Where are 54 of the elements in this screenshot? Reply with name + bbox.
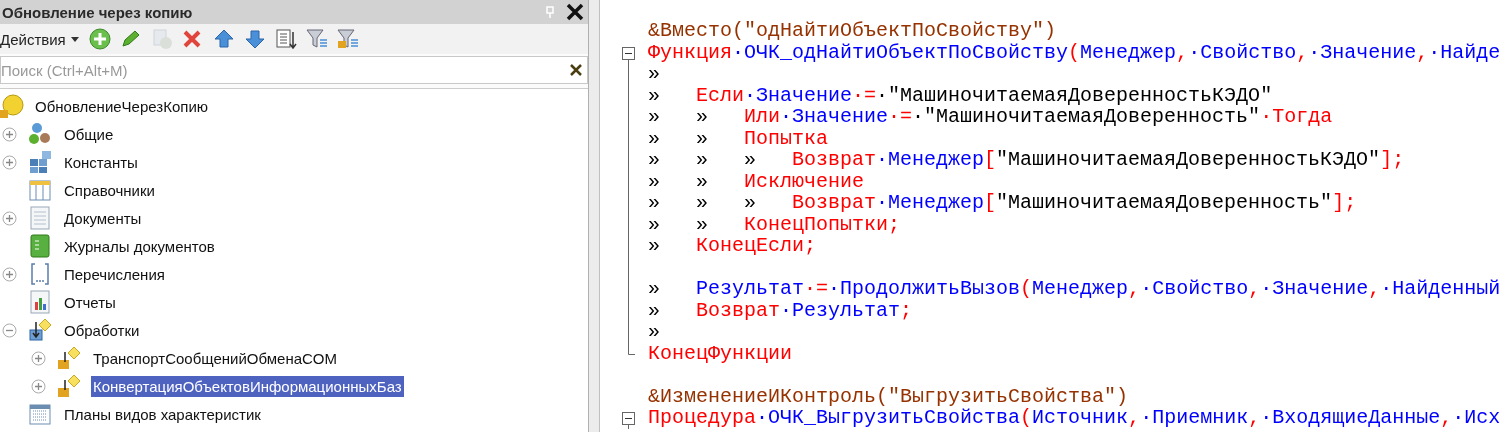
code-line: Процедура·ОЧК_ВыгрузитьСвойства(Источник,·Приемник,·ВходящиеДанные,·Исх bbox=[648, 407, 1500, 429]
expand-icon[interactable] bbox=[2, 154, 17, 170]
code-line: » Если·Значение·=·"МашиночитаемаяДоверенностьКЭДО" bbox=[648, 84, 1273, 106]
code-line: » bbox=[648, 321, 661, 343]
search-field[interactable]: Поиск (Ctrl+Alt+M) bbox=[0, 56, 588, 84]
tree-item[interactable]: Обработки bbox=[62, 319, 142, 341]
code-line: &Вместо("одНайтиОбъектПоСвойству") bbox=[648, 20, 1057, 42]
fold-end-line bbox=[628, 342, 635, 355]
tree-item[interactable]: Перечисления bbox=[62, 263, 167, 285]
tree-item[interactable]: Журналы документов bbox=[62, 235, 217, 257]
code-line: » » » Возврат·Менеджер["МашиночитаемаяДоверенность"]; bbox=[648, 192, 1357, 214]
config-icon bbox=[0, 94, 24, 118]
code-line: » bbox=[648, 63, 661, 85]
expand-icon[interactable] bbox=[31, 378, 46, 394]
panel-title: Обновление через копию bbox=[2, 3, 194, 21]
clear-icon[interactable] bbox=[569, 63, 583, 77]
code-line: &ИзменениеИКонтроль("ВыгрузитьСвойства") bbox=[648, 385, 1129, 407]
reports-icon bbox=[28, 290, 52, 314]
code-line: » Возврат·Результат; bbox=[648, 299, 913, 321]
tree-item[interactable]: ОбновлениеЧерезКопию bbox=[33, 95, 210, 117]
expand-icon[interactable] bbox=[2, 210, 17, 226]
code-line: » КонецЕсли; bbox=[648, 235, 817, 257]
expand-icon[interactable] bbox=[2, 266, 17, 282]
tree-item[interactable]: Константы bbox=[62, 151, 140, 173]
tree-item[interactable]: ТранспортСообщенийОбменаCOM bbox=[91, 347, 339, 369]
expand-icon[interactable] bbox=[31, 350, 46, 366]
charts-icon bbox=[28, 402, 52, 426]
processor-icon bbox=[57, 346, 81, 370]
documents-icon bbox=[28, 206, 52, 230]
code-line: КонецФункции bbox=[648, 342, 793, 364]
journals-icon bbox=[28, 234, 52, 258]
code-line: » » Исключение bbox=[648, 170, 865, 192]
code-line: » Результат·=·ПродолжитьВызов(Менеджер,·Свойство,·Значение,·Найденный bbox=[648, 278, 1500, 300]
enums-icon bbox=[28, 262, 52, 286]
tree-item[interactable]: Отчеты bbox=[62, 291, 118, 313]
tree-item[interactable]: Справочники bbox=[62, 179, 157, 201]
code-line: » » Попытка bbox=[648, 127, 828, 149]
catalogs-icon bbox=[28, 178, 52, 202]
constants-icon bbox=[28, 150, 52, 174]
processors-icon bbox=[28, 318, 52, 342]
tree-item[interactable]: КонвертацияОбъектовИнформационныхБаз bbox=[91, 375, 404, 397]
actions-menu-button[interactable]: Действия bbox=[0, 30, 83, 48]
code-line: » » » Возврат·Менеджер["МашиночитаемаяДоверенностьКЭДО"]; bbox=[648, 149, 1405, 171]
common-icon bbox=[28, 122, 52, 146]
expand-icon[interactable] bbox=[2, 126, 17, 142]
tree-item[interactable]: Планы видов характеристик bbox=[62, 403, 263, 425]
code-line: » » Или·Значение·=·"МашиночитаемаяДоверенность"·Тогда bbox=[648, 106, 1333, 128]
processor-icon bbox=[57, 374, 81, 398]
tree-item[interactable]: Общие bbox=[62, 123, 116, 145]
code-line: » » КонецПопытки; bbox=[648, 213, 901, 235]
tree-item[interactable]: Документы bbox=[62, 207, 144, 229]
close-icon[interactable] bbox=[566, 3, 584, 21]
caret-icon bbox=[70, 36, 79, 42]
code-line: Функция·ОЧК_одНайтиОбъектПоСвойству(Менеджер,·Свойство,·Значение,·Найде bbox=[648, 41, 1500, 63]
